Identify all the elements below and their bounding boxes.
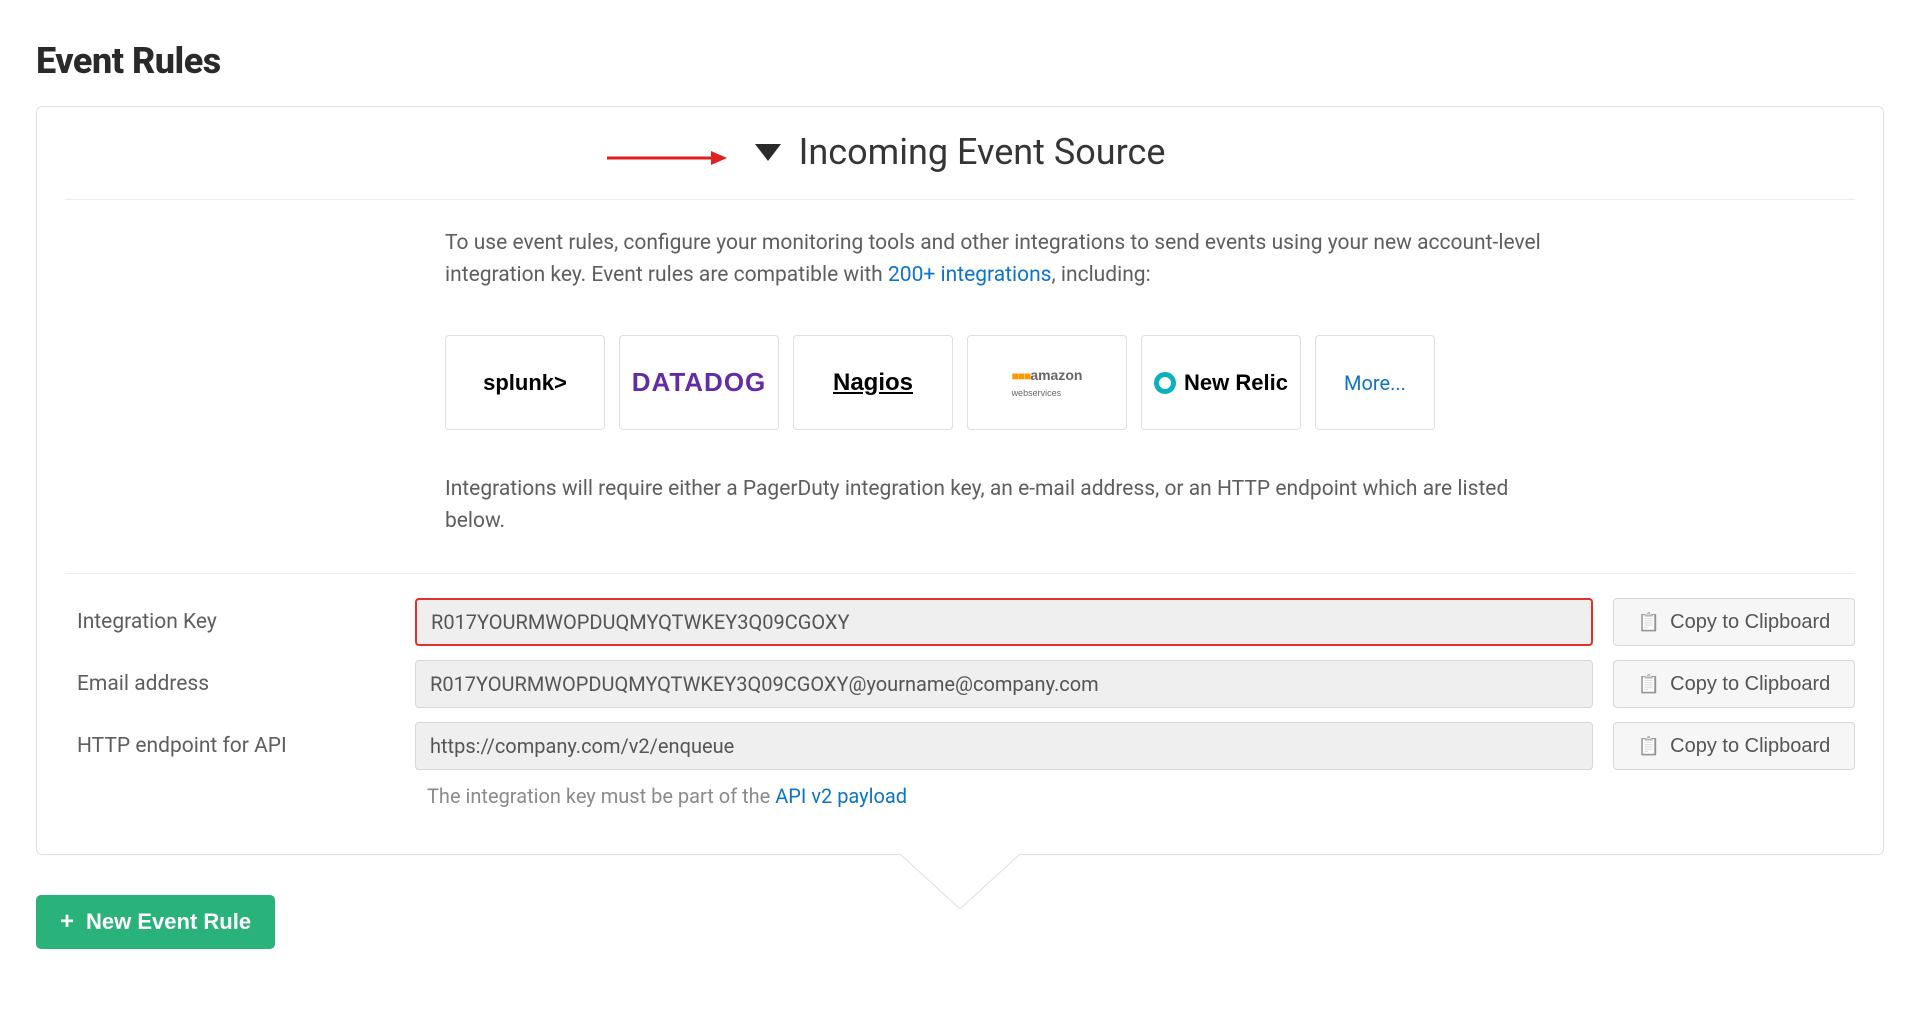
clipboard-icon [1638, 673, 1660, 696]
row-integration-key: Integration Key Copy to Clipboard [65, 598, 1855, 646]
event-source-card: Incoming Event Source To use event rules… [36, 106, 1884, 855]
credentials-area: Integration Key Copy to Clipboard Email … [37, 574, 1883, 854]
page-title: Event Rules [36, 40, 1884, 82]
tile-more[interactable]: More... [1315, 335, 1435, 430]
new-event-rule-button[interactable]: + New Event Rule [36, 895, 275, 949]
copy-integration-key-button[interactable]: Copy to Clipboard [1613, 598, 1855, 646]
input-email[interactable] [415, 660, 1593, 708]
newrelic-circle-icon [1154, 372, 1176, 394]
plus-icon: + [60, 910, 74, 934]
input-http[interactable] [415, 722, 1593, 770]
api-hint: The integration key must be part of the … [427, 784, 1855, 844]
tile-datadog[interactable]: DATADOG [619, 335, 779, 430]
label-email: Email address [65, 672, 395, 696]
input-integration-key[interactable] [415, 598, 1593, 646]
integrations-link[interactable]: 200+ integrations [888, 263, 1052, 287]
integration-tiles: splunk> DATADOG Nagios ■■■amazonwebservi… [445, 335, 1549, 430]
tile-splunk[interactable]: splunk> [445, 335, 605, 430]
clipboard-icon [1638, 611, 1660, 634]
collapse-triangle-icon[interactable] [755, 144, 781, 161]
nagios-logo: Nagios [833, 369, 913, 397]
label-integration-key: Integration Key [65, 610, 395, 634]
annotation-arrow [607, 146, 727, 170]
card-header[interactable]: Incoming Event Source [37, 131, 1883, 199]
tile-newrelic[interactable]: New Relic [1141, 335, 1301, 430]
more-link: More... [1344, 371, 1406, 395]
intro-subtext: Integrations will require either a Pager… [445, 474, 1549, 537]
row-email: Email address Copy to Clipboard [65, 660, 1855, 708]
aws-logo: ■■■amazonwebservices [1012, 367, 1083, 399]
tile-nagios[interactable]: Nagios [793, 335, 953, 430]
copy-email-button[interactable]: Copy to Clipboard [1613, 660, 1855, 708]
datadog-logo: DATADOG [632, 367, 767, 398]
card-header-title: Incoming Event Source [799, 131, 1166, 173]
newrelic-logo: New Relic [1154, 370, 1288, 396]
intro-text: To use event rules, configure your monit… [445, 228, 1549, 291]
row-http: HTTP endpoint for API Copy to Clipboard [65, 722, 1855, 770]
copy-http-button[interactable]: Copy to Clipboard [1613, 722, 1855, 770]
api-payload-link[interactable]: API v2 payload [775, 784, 907, 808]
label-http: HTTP endpoint for API [65, 734, 395, 758]
tile-aws[interactable]: ■■■amazonwebservices [967, 335, 1127, 430]
clipboard-icon [1638, 735, 1660, 758]
splunk-logo: splunk> [483, 370, 567, 396]
